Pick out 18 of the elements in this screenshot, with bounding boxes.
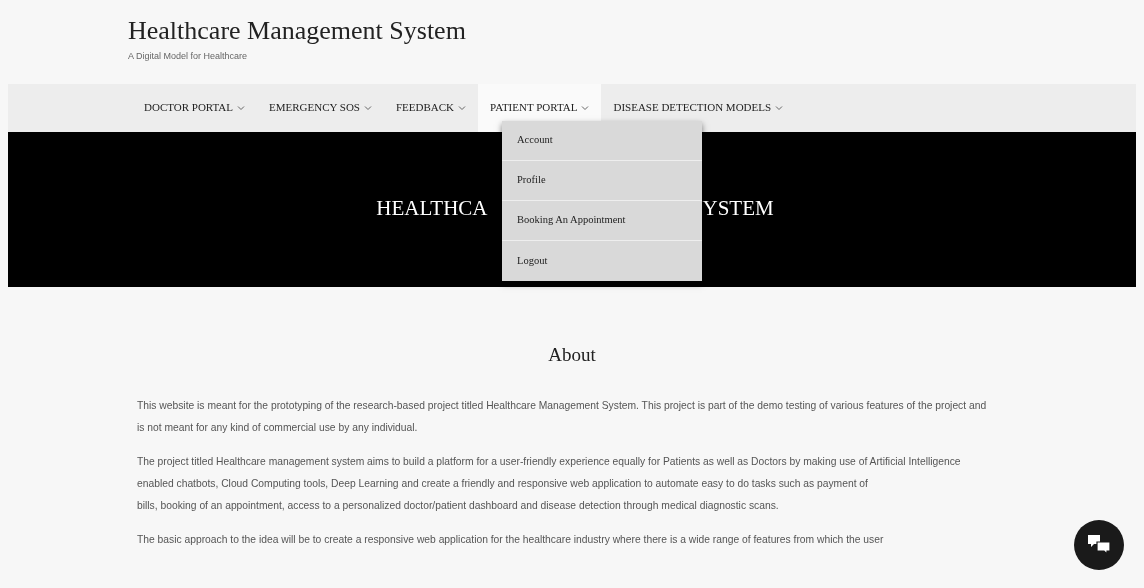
chevron-down-icon [237,104,245,111]
site-subtitle: A Digital Model for Healthcare [128,50,249,63]
menu-item[interactable]: Logout [502,240,702,281]
nav-item[interactable]: EMERGENCY SOS [257,83,384,132]
nav-item[interactable]: FEEDBACK [384,83,479,132]
site-title: Healthcare Management System [128,16,467,46]
chat-button[interactable] [1074,520,1124,570]
about-heading: About [547,342,597,367]
hero-title: YSTEM [702,196,774,222]
paragraph: This website is meant for the prototyping of the research-based project titled Healthcare Management System. This project is part of the demo testing of various features of the project and is not meant for any kind of commercial use by any individual. [137,399,988,435]
paragraph: The project titled Healthcare management system aims to build a platform for a user-friendly experience equally for Patients as well as Doctors by making use of Artificial Intelligence enabled chatbots, Cloud Computing tools, Deep Learning and create a friendly and responsive web application to automate easy to do tasks such as payment of bills, booking of an appointment, access to a personalized doctor/patient dashboard and disease detection through medical diagnostic scans. [137,455,962,513]
hero-title: HEALTHCA [376,196,488,222]
paragraph: The basic approach to the idea will be to create a responsive web application for the healthcare industry where there is a wide range of features from which the user [137,533,885,547]
chevron-down-icon [581,104,590,111]
chevron-down-icon [458,104,467,111]
chevron-down-icon [364,104,372,111]
nav-item[interactable]: DOCTOR PORTAL [132,83,257,132]
chevron-down-icon [775,104,784,111]
